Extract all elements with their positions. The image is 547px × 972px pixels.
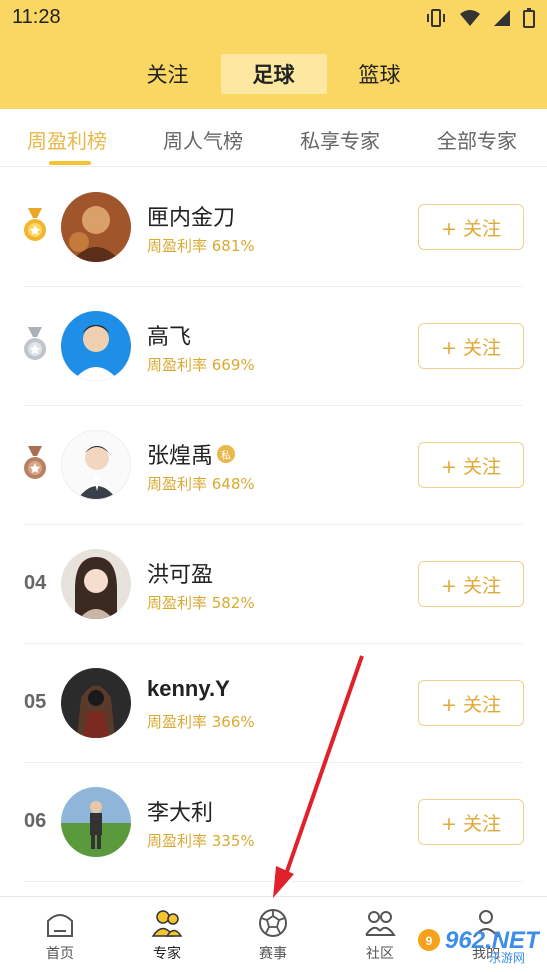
profit-rate: 周盈利率 366% (147, 713, 255, 731)
ranking-tabs: 周盈利榜 周人气榜 私享专家 全部专家 (0, 109, 547, 167)
tab-weekly-popularity[interactable]: 周人气榜 (163, 125, 243, 154)
expert-name: 匣内金刀 (147, 206, 236, 231)
nav-label: 赛事 (259, 946, 287, 962)
football-icon (259, 909, 287, 937)
expert-name: 李大利 (147, 801, 214, 826)
list-item[interactable]: 高飞 周盈利率 669% + 关注 (0, 287, 547, 406)
list-item[interactable]: 06 李大利 周盈利率 335% + 关注 (0, 763, 547, 882)
private-badge: 私 (217, 445, 236, 463)
rank-number: 04 (24, 572, 47, 594)
status-bar: 11:28 (0, 0, 547, 38)
list-item[interactable]: 04 洪可盈 周盈利率 582% + 关注 (0, 525, 547, 644)
watermark: 9 962.NET 乐游网 (415, 924, 542, 965)
expert-name: 洪可盈 (147, 563, 214, 588)
wifi-icon (459, 9, 481, 31)
profit-rate: 周盈利率 681% (147, 237, 255, 255)
active-tab-indicator (49, 161, 91, 165)
status-time: 11:28 (12, 6, 61, 28)
svg-text:9: 9 (426, 934, 433, 948)
avatar[interactable] (61, 192, 131, 262)
follow-button[interactable]: + 关注 (418, 204, 524, 250)
expert-name: kenny.Y (147, 676, 230, 701)
tab-all-experts[interactable]: 全部专家 (437, 125, 517, 154)
rank-number: 06 (24, 810, 47, 832)
follow-button[interactable]: + 关注 (418, 442, 524, 488)
avatar[interactable] (61, 549, 131, 619)
tab-football[interactable]: 足球 (220, 53, 327, 94)
list-item[interactable]: 匣内金刀 周盈利率 681% + 关注 (0, 168, 547, 287)
home-icon (47, 914, 73, 937)
battery-icon (523, 8, 535, 32)
tab-basketball[interactable]: 篮球 (327, 54, 433, 94)
watermark-subtext: 乐游网 (489, 951, 525, 964)
avatar[interactable] (61, 430, 131, 500)
divider (24, 881, 523, 882)
experts-icon (151, 910, 183, 937)
sport-tabs: 关注 足球 篮球 (0, 38, 547, 109)
nav-label: 首页 (46, 946, 74, 962)
list-item[interactable]: 05 kenny.Y 周盈利率 366% + 关注 (0, 644, 547, 763)
avatar[interactable] (61, 787, 131, 857)
silver-medal-icon (23, 327, 47, 363)
profit-rate: 周盈利率 648% (147, 475, 255, 493)
avatar[interactable] (61, 311, 131, 381)
list-item[interactable]: 张煌禹 私 周盈利率 648% + 关注 (0, 406, 547, 525)
nav-label: 社区 (366, 946, 394, 962)
avatar[interactable] (61, 668, 131, 738)
profit-rate: 周盈利率 669% (147, 356, 255, 374)
expert-name: 高飞 (147, 325, 192, 350)
nav-label: 专家 (153, 946, 181, 962)
expert-name: 张煌禹 私 (147, 438, 236, 470)
follow-button[interactable]: + 关注 (418, 799, 524, 845)
signal-icon (493, 9, 511, 31)
nav-home[interactable]: 首页 (20, 897, 100, 972)
watermark-text: 962.NET (445, 927, 540, 954)
expert-list: 匣内金刀 周盈利率 681% + 关注 高飞 周盈利率 669% + 关注 张煌… (0, 168, 547, 882)
status-icons (425, 8, 535, 32)
vibrate-icon (425, 8, 447, 32)
nav-matches[interactable]: 赛事 (233, 897, 313, 972)
profit-rate: 周盈利率 582% (147, 594, 255, 612)
tab-private-experts[interactable]: 私享专家 (300, 125, 380, 154)
rank-number: 05 (24, 691, 47, 713)
bronze-medal-icon (23, 446, 47, 482)
gold-medal-icon (23, 208, 47, 244)
nav-experts[interactable]: 专家 (127, 897, 207, 972)
profit-rate: 周盈利率 335% (147, 832, 255, 850)
tab-follow[interactable]: 关注 (115, 54, 221, 94)
tab-weekly-profit[interactable]: 周盈利榜 (27, 125, 107, 154)
nav-community[interactable]: 社区 (340, 897, 420, 972)
community-icon (365, 911, 396, 936)
follow-button[interactable]: + 关注 (418, 680, 524, 726)
follow-button[interactable]: + 关注 (418, 561, 524, 607)
follow-button[interactable]: + 关注 (418, 323, 524, 369)
